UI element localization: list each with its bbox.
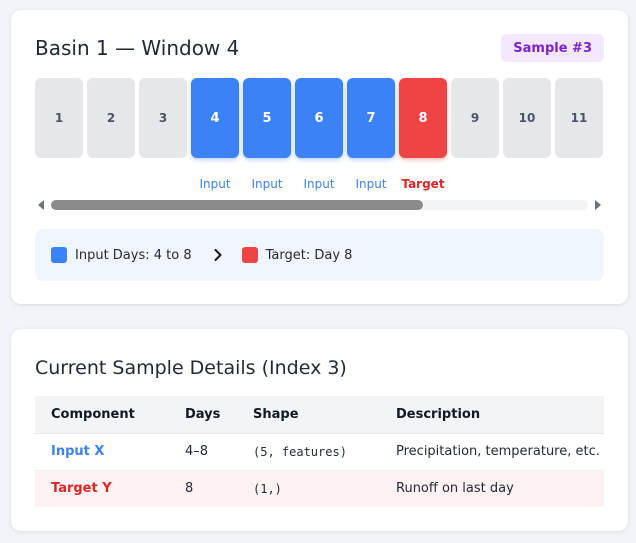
day-cell-input[interactable]: 6 xyxy=(295,78,343,158)
day-cell[interactable]: 9 xyxy=(451,78,499,158)
sample-badge: Sample #3 xyxy=(501,34,604,62)
day-cell-input[interactable]: 4 xyxy=(191,78,239,158)
cell-shape: (1,) xyxy=(237,470,380,507)
scroll-left-icon[interactable] xyxy=(38,200,44,210)
day-role-label: Input xyxy=(199,177,231,191)
scroll-right-icon[interactable] xyxy=(595,200,601,210)
target-swatch-icon xyxy=(241,247,258,263)
day-strip[interactable]: 1 2 3 4 5 6 7 8 9 10 11 Input Input Inpu… xyxy=(35,77,604,193)
column-header: Days xyxy=(169,396,237,434)
day-cell[interactable]: 1 xyxy=(35,78,83,158)
table-header-row: Component Days Shape Description xyxy=(35,396,604,434)
cell-description: Precipitation, temperature, etc. xyxy=(380,433,604,471)
chevron-right-icon xyxy=(214,249,222,261)
window-card: Basin 1 — Window 4 Sample #3 1 2 3 4 5 6… xyxy=(11,10,628,304)
day-cell[interactable]: 3 xyxy=(139,78,187,158)
day-role-label: Input xyxy=(355,177,387,191)
cell-shape: (5, features) xyxy=(237,433,380,471)
cell-days: 8 xyxy=(169,470,237,507)
day-role-label-target: Target xyxy=(401,177,445,191)
cell-description: Runoff on last day xyxy=(380,470,604,507)
day-role-label: Input xyxy=(251,177,283,191)
column-header: Shape xyxy=(237,396,380,434)
day-cell-input[interactable]: 5 xyxy=(243,78,291,158)
cell-component: Target Y xyxy=(35,470,169,507)
column-header: Description xyxy=(380,396,604,434)
table-row-target: Target Y 8 (1,) Runoff on last day xyxy=(35,470,604,507)
day-cell[interactable]: 11 xyxy=(555,78,603,158)
day-cell-target[interactable]: 8 xyxy=(399,78,447,158)
details-title: Current Sample Details (Index 3) xyxy=(35,357,347,379)
cell-component: Input X xyxy=(35,433,169,471)
details-card: Current Sample Details (Index 3) Compone… xyxy=(11,329,628,531)
horizontal-scrollbar[interactable] xyxy=(35,197,604,213)
scroll-thumb[interactable] xyxy=(51,200,423,210)
legend: Input Days: 4 to 8 Target: Day 8 xyxy=(35,229,604,281)
day-cell[interactable]: 10 xyxy=(503,78,551,158)
details-table: Component Days Shape Description Input X… xyxy=(35,396,604,507)
day-role-label: Input xyxy=(303,177,335,191)
day-cell[interactable]: 2 xyxy=(87,78,135,158)
input-swatch-icon xyxy=(51,247,67,263)
legend-input-text: Input Days: 4 to 8 xyxy=(75,247,192,263)
column-header: Component xyxy=(35,396,169,434)
day-cell-input[interactable]: 7 xyxy=(347,78,395,158)
cell-days: 4–8 xyxy=(169,433,237,471)
scroll-track[interactable] xyxy=(51,200,588,210)
window-title: Basin 1 — Window 4 xyxy=(35,36,240,60)
table-row-input: Input X 4–8 (5, features) Precipitation,… xyxy=(35,433,604,471)
legend-target-text: Target: Day 8 xyxy=(265,247,353,263)
